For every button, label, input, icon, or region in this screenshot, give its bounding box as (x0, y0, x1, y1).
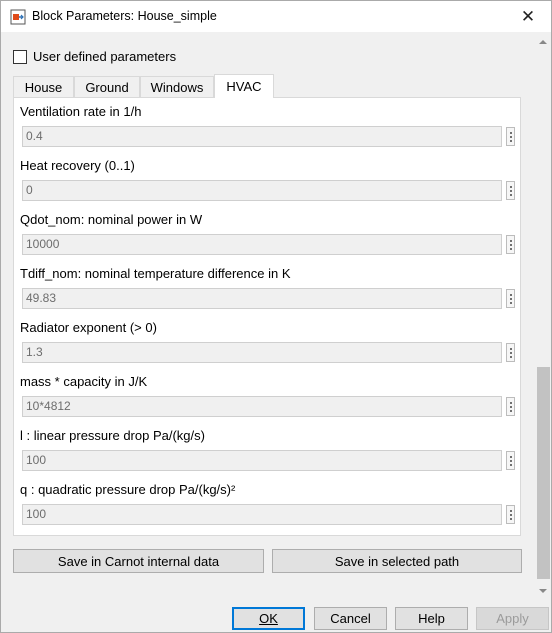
scroll-thumb[interactable] (537, 367, 550, 579)
scroll-down-icon[interactable] (539, 589, 547, 593)
user-defined-label: User defined parameters (33, 49, 177, 64)
field-label: Qdot_nom: nominal power in W (20, 212, 203, 227)
field-label: Radiator exponent (> 0) (20, 320, 157, 335)
title-bar[interactable]: Block Parameters: House_simple ✕ (1, 1, 551, 32)
more-options-icon[interactable] (506, 289, 515, 308)
field-heat-recovery: Heat recovery (0..1) 0 (20, 157, 516, 202)
field-label: Tdiff_nom: nominal temperature differenc… (20, 266, 291, 281)
tab-label: Ground (85, 79, 129, 95)
field-label: Heat recovery (0..1) (20, 158, 135, 173)
apply-button[interactable]: Apply (476, 607, 549, 630)
window-title: Block Parameters: House_simple (32, 9, 217, 23)
linear-pressure-drop-input[interactable]: 100 (22, 450, 502, 471)
tab-house[interactable]: House (13, 76, 74, 97)
save-selected-path-button[interactable]: Save in selected path (272, 549, 522, 573)
save-selected-label: Save in selected path (334, 553, 460, 569)
more-options-icon[interactable] (506, 235, 515, 254)
field-label: l : linear pressure drop Pa/(kg/s) (20, 428, 205, 443)
field-tdiff-nom: Tdiff_nom: nominal temperature differenc… (20, 265, 516, 310)
ok-label: OK (259, 611, 278, 626)
mass-capacity-input[interactable]: 10*4812 (22, 396, 502, 417)
save-internal-button[interactable]: Save in Carnot internal data (13, 549, 264, 573)
user-defined-checkbox-row[interactable]: User defined parameters (13, 49, 176, 64)
ventilation-rate-input[interactable]: 0.4 (22, 126, 502, 147)
field-ventilation-rate: Ventilation rate in 1/h 0.4 (20, 103, 516, 148)
vertical-scrollbar[interactable] (536, 32, 551, 600)
close-icon: ✕ (520, 6, 536, 26)
tdiff-nom-input[interactable]: 49.83 (22, 288, 502, 309)
field-qdot-nom: Qdot_nom: nominal power in W 10000 (20, 211, 516, 256)
qdot-nom-input[interactable]: 10000 (22, 234, 502, 255)
tab-label: HVAC (226, 79, 262, 94)
more-options-icon[interactable] (506, 397, 515, 416)
field-mass-capacity: mass * capacity in J/K 10*4812 (20, 373, 516, 418)
tab-hvac[interactable]: HVAC (214, 74, 274, 98)
more-options-icon[interactable] (506, 343, 515, 362)
hvac-panel: Ventilation rate in 1/h 0.4 Heat recover… (13, 97, 521, 536)
simulink-block-icon (10, 9, 26, 25)
save-internal-label: Save in Carnot internal data (57, 553, 220, 569)
cancel-label: Cancel (330, 611, 371, 626)
radiator-exponent-input[interactable]: 1.3 (22, 342, 502, 363)
apply-label: Apply (496, 611, 529, 626)
more-options-icon[interactable] (506, 181, 515, 200)
dialog-window: Block Parameters: House_simple ✕ User de… (0, 0, 552, 633)
help-button[interactable]: Help (395, 607, 468, 630)
field-label: mass * capacity in J/K (20, 374, 148, 389)
more-options-icon[interactable] (506, 451, 515, 470)
close-button[interactable]: ✕ (505, 1, 551, 32)
more-options-icon[interactable] (506, 505, 515, 524)
cancel-button[interactable]: Cancel (314, 607, 387, 630)
more-options-icon[interactable] (506, 127, 515, 146)
scroll-up-icon[interactable] (539, 40, 547, 44)
divider (1, 600, 551, 601)
heat-recovery-input[interactable]: 0 (22, 180, 502, 201)
tab-label: Windows (150, 79, 204, 95)
tab-label: House (24, 79, 63, 95)
field-linear-pressure-drop: l : linear pressure drop Pa/(kg/s) 100 (20, 427, 516, 472)
user-defined-checkbox[interactable] (13, 49, 27, 64)
field-label: q : quadratic pressure drop Pa/(kg/s)² (20, 482, 236, 497)
help-label: Help (418, 611, 445, 626)
tab-ground[interactable]: Ground (74, 76, 140, 97)
field-quadratic-pressure-drop: q : quadratic pressure drop Pa/(kg/s)² 1… (20, 481, 516, 526)
tab-windows[interactable]: Windows (140, 76, 214, 97)
field-radiator-exponent: Radiator exponent (> 0) 1.3 (20, 319, 516, 364)
quadratic-pressure-drop-input[interactable]: 100 (22, 504, 502, 525)
field-label: Ventilation rate in 1/h (20, 104, 142, 119)
ok-button[interactable]: OK (232, 607, 305, 630)
